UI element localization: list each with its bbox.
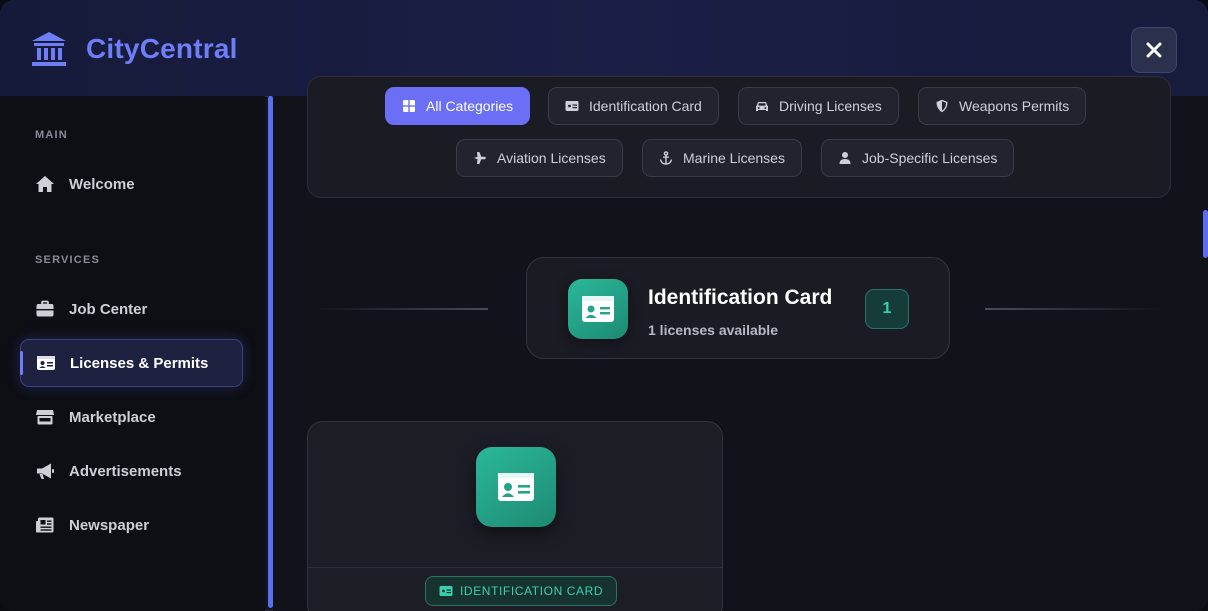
- main-scrollbar[interactable]: [1203, 210, 1208, 258]
- sidebar: MAIN Welcome SERVICES Job Center License…: [0, 96, 265, 611]
- close-icon: [1146, 42, 1162, 58]
- license-category-badge: IDENTIFICATION CARD: [425, 576, 618, 606]
- filter-chip-aviation-licenses[interactable]: Aviation Licenses: [456, 139, 623, 177]
- sidebar-item-welcome[interactable]: Welcome: [20, 160, 243, 208]
- home-icon: [36, 176, 54, 192]
- anchor-icon: [659, 151, 673, 165]
- license-card[interactable]: IDENTIFICATION CARD: [307, 421, 723, 611]
- filter-chip-label: Job-Specific Licenses: [862, 150, 998, 166]
- category-count-badge: 1: [865, 289, 909, 329]
- filter-chip-label: Driving Licenses: [779, 98, 882, 114]
- id-card-icon: [439, 586, 453, 596]
- car-icon: [756, 102, 768, 111]
- store-icon: [36, 410, 54, 425]
- sidebar-item-label: Job Center: [69, 300, 148, 318]
- category-filter-panel: All Categories Identification Card Drivi…: [307, 76, 1171, 198]
- filter-chip-all-categories[interactable]: All Categories: [385, 87, 531, 125]
- filter-chip-identification-card[interactable]: Identification Card: [548, 87, 719, 125]
- app-window: CityCentral MAIN Welcome SERVICES Job Ce…: [0, 0, 1208, 611]
- sidebar-item-newspaper[interactable]: Newspaper: [20, 501, 243, 549]
- sidebar-item-label: Licenses & Permits: [70, 354, 209, 372]
- id-card-icon: [498, 473, 534, 501]
- card-divider: [308, 567, 722, 568]
- plane-icon: [474, 152, 486, 164]
- filter-chip-label: Weapons Permits: [959, 98, 1070, 114]
- license-category-label: IDENTIFICATION CARD: [460, 584, 604, 598]
- category-subtitle: 1 licenses available: [648, 322, 778, 338]
- section-label-services: SERVICES: [35, 254, 101, 266]
- filter-chip-label: Marine Licenses: [683, 150, 785, 166]
- filter-chip-driving-licenses[interactable]: Driving Licenses: [738, 87, 899, 125]
- id-card-icon: [582, 296, 614, 322]
- main-content: All Categories Identification Card Drivi…: [273, 76, 1208, 611]
- shield-icon: [936, 99, 948, 113]
- megaphone-icon: [37, 463, 54, 479]
- sidebar-item-licenses-permits[interactable]: Licenses & Permits: [20, 339, 243, 387]
- divider-left: [313, 308, 488, 310]
- filter-chip-label: Identification Card: [589, 98, 702, 114]
- category-icon: [568, 279, 628, 339]
- briefcase-icon: [36, 300, 54, 317]
- brand: CityCentral: [30, 30, 238, 68]
- category-title: Identification Card: [648, 286, 833, 309]
- sidebar-item-label: Newspaper: [69, 516, 150, 534]
- close-button[interactable]: [1131, 27, 1177, 73]
- filter-chip-marine-licenses[interactable]: Marine Licenses: [642, 139, 802, 177]
- bank-icon: [32, 32, 66, 66]
- filter-chip-label: All Categories: [426, 98, 514, 114]
- filter-chip-job-specific-licenses[interactable]: Job-Specific Licenses: [821, 139, 1015, 177]
- filter-chip-weapons-permits[interactable]: Weapons Permits: [918, 87, 1087, 125]
- id-card-icon: [565, 101, 579, 111]
- sidebar-item-label: Marketplace: [69, 408, 156, 426]
- id-card-icon: [37, 356, 55, 370]
- license-card-icon: [476, 447, 556, 527]
- sidebar-item-advertisements[interactable]: Advertisements: [20, 447, 243, 495]
- category-header-card: Identification Card 1 licenses available…: [526, 257, 950, 359]
- filter-chip-label: Aviation Licenses: [497, 150, 606, 166]
- section-label-main: MAIN: [35, 129, 68, 141]
- user-icon: [839, 152, 851, 164]
- sidebar-item-label: Welcome: [69, 175, 135, 193]
- sidebar-item-label: Advertisements: [69, 462, 182, 480]
- newspaper-icon: [36, 517, 54, 533]
- sidebar-item-marketplace[interactable]: Marketplace: [20, 393, 243, 441]
- divider-right: [985, 308, 1165, 310]
- grid-icon: [403, 100, 415, 112]
- sidebar-item-job-center[interactable]: Job Center: [20, 285, 243, 333]
- app-title: CityCentral: [86, 33, 238, 64]
